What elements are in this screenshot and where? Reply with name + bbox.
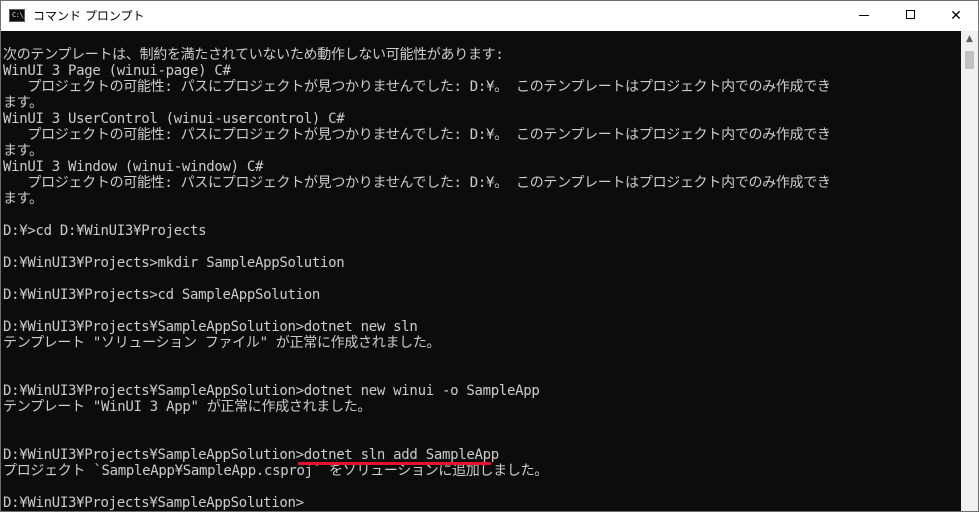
console-app-icon[interactable]: C:\_ — [9, 9, 27, 22]
maximize-icon — [905, 10, 915, 19]
console-line: D:¥>cd D:¥WinUI3¥Projects — [3, 223, 207, 239]
red-underline-annotation — [298, 462, 491, 465]
minimize-icon — [859, 15, 869, 16]
console-line: プロジェクトの可能性: パスにプロジェクトが見つかりませんでした: D:¥。 こ… — [3, 175, 831, 191]
console-line: プロジェクトの可能性: パスにプロジェクトが見つかりませんでした: D:¥。 こ… — [3, 79, 831, 95]
scroll-up-arrow-icon[interactable]: ▲ — [961, 31, 978, 48]
console-line: プロジェクトの可能性: パスにプロジェクトが見つかりませんでした: D:¥。 こ… — [3, 127, 831, 143]
title-bar[interactable]: C:\_ コマンド プロンプト ✕ — [1, 1, 978, 31]
console-line: プロジェクト `SampleApp¥SampleApp.csproj` をソリュ… — [3, 463, 548, 479]
close-button[interactable]: ✕ — [933, 1, 979, 31]
console-line: WinUI 3 Page (winui-page) C# — [3, 63, 231, 79]
console-line: テンプレート "WinUI 3 App" が正常に作成されました。 — [3, 399, 372, 415]
maximize-button[interactable] — [887, 1, 933, 31]
console-line: D:¥WinUI3¥Projects¥SampleAppSolution> — [3, 495, 304, 511]
console-line: WinUI 3 UserControl (winui-usercontrol) … — [3, 111, 345, 127]
console-line: D:¥WinUI3¥Projects>mkdir SampleAppSoluti… — [3, 255, 345, 271]
command-prompt-window: C:\_ コマンド プロンプト ✕ 次のテンプレートは、制約を満たされていないた… — [0, 0, 979, 512]
close-icon: ✕ — [950, 8, 962, 24]
console-line: D:¥WinUI3¥Projects>cd SampleAppSolution — [3, 287, 321, 303]
console-line: ます。 — [3, 191, 43, 207]
console-output[interactable]: 次のテンプレートは、制約を満たされていないため動作しない可能性があります: Win… — [1, 31, 961, 511]
console-line: ます。 — [3, 95, 43, 111]
console-line: D:¥WinUI3¥Projects¥SampleAppSolution>dot… — [3, 319, 418, 335]
console-line: ます。 — [3, 143, 43, 159]
console-app-icon-text: C:\_ — [12, 11, 27, 19]
console-line: D:¥WinUI3¥Projects¥SampleAppSolution>dot… — [3, 447, 499, 463]
console-line: WinUI 3 Window (winui-window) C# — [3, 159, 264, 175]
vertical-scrollbar[interactable]: ▲ — [961, 31, 978, 511]
scrollbar-thumb[interactable] — [965, 51, 974, 69]
console-line: テンプレート "ソリューション ファイル" が正常に作成されました。 — [3, 335, 441, 351]
console-line: D:¥WinUI3¥Projects¥SampleAppSolution>dot… — [3, 383, 540, 399]
console-line: 次のテンプレートは、制約を満たされていないため動作しない可能性があります: — [3, 47, 504, 63]
window-title: コマンド プロンプト — [33, 9, 145, 23]
minimize-button[interactable] — [841, 1, 887, 31]
